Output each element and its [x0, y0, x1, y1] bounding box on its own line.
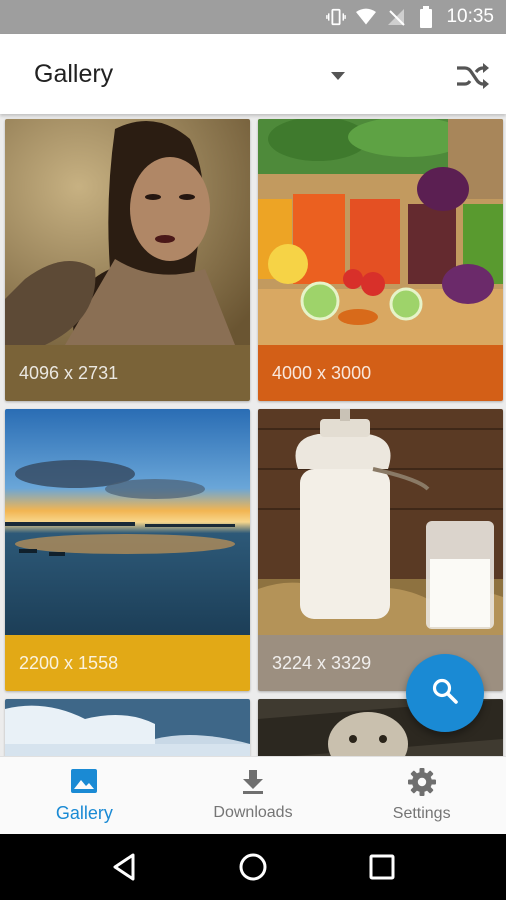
image-resolution-label: 4000 x 3000 [258, 345, 503, 401]
battery-icon [416, 6, 436, 28]
search-icon [431, 677, 459, 710]
image-resolution-label: 2200 x 1558 [5, 635, 250, 691]
gallery-card[interactable] [5, 699, 250, 756]
gallery-card[interactable]: 2200 x 1558 [5, 409, 250, 691]
app-title: Gallery [34, 60, 114, 88]
home-circle-icon[interactable] [233, 847, 273, 887]
image-resolution-label: 4096 x 2731 [5, 345, 250, 401]
photo-thumbnail [5, 699, 250, 756]
recents-square-icon[interactable] [362, 847, 402, 887]
screen: 10:35 Gallery 4096 x 2731 4000 x 3000 22… [0, 0, 506, 900]
nav-label-gallery: Gallery [55, 802, 113, 823]
nav-label-downloads: Downloads [213, 804, 293, 821]
back-triangle-icon[interactable] [104, 847, 144, 887]
gallery-card[interactable]: 4096 x 2731 [5, 119, 250, 401]
image-icon [70, 768, 98, 799]
search-button[interactable] [406, 654, 484, 732]
bottom-navigation: Gallery Downloads Settings [0, 756, 506, 834]
shuffle-icon[interactable] [454, 59, 492, 93]
status-bar: 10:35 [0, 0, 506, 34]
gallery-card[interactable]: 3224 x 3329 [258, 409, 503, 691]
nav-item-settings[interactable]: Settings [337, 757, 506, 834]
nav-item-downloads[interactable]: Downloads [169, 757, 338, 834]
nav-label-settings: Settings [392, 805, 451, 822]
photo-thumbnail [5, 409, 250, 635]
photo-thumbnail [258, 409, 503, 635]
download-icon [241, 769, 265, 800]
wifi-icon [356, 7, 377, 27]
photo-thumbnail [5, 119, 250, 345]
photo-thumbnail [258, 119, 503, 345]
gallery-card[interactable]: 4000 x 3000 [258, 119, 503, 401]
no-signal-icon [386, 7, 406, 27]
gear-icon [407, 768, 436, 801]
system-navigation-bar [0, 834, 506, 900]
app-bar: Gallery [0, 34, 506, 114]
nav-item-gallery[interactable]: Gallery [0, 757, 169, 834]
arrow-drop-down-icon[interactable] [326, 64, 350, 88]
status-time: 10:35 [446, 6, 494, 27]
vibrate-icon [326, 7, 347, 27]
